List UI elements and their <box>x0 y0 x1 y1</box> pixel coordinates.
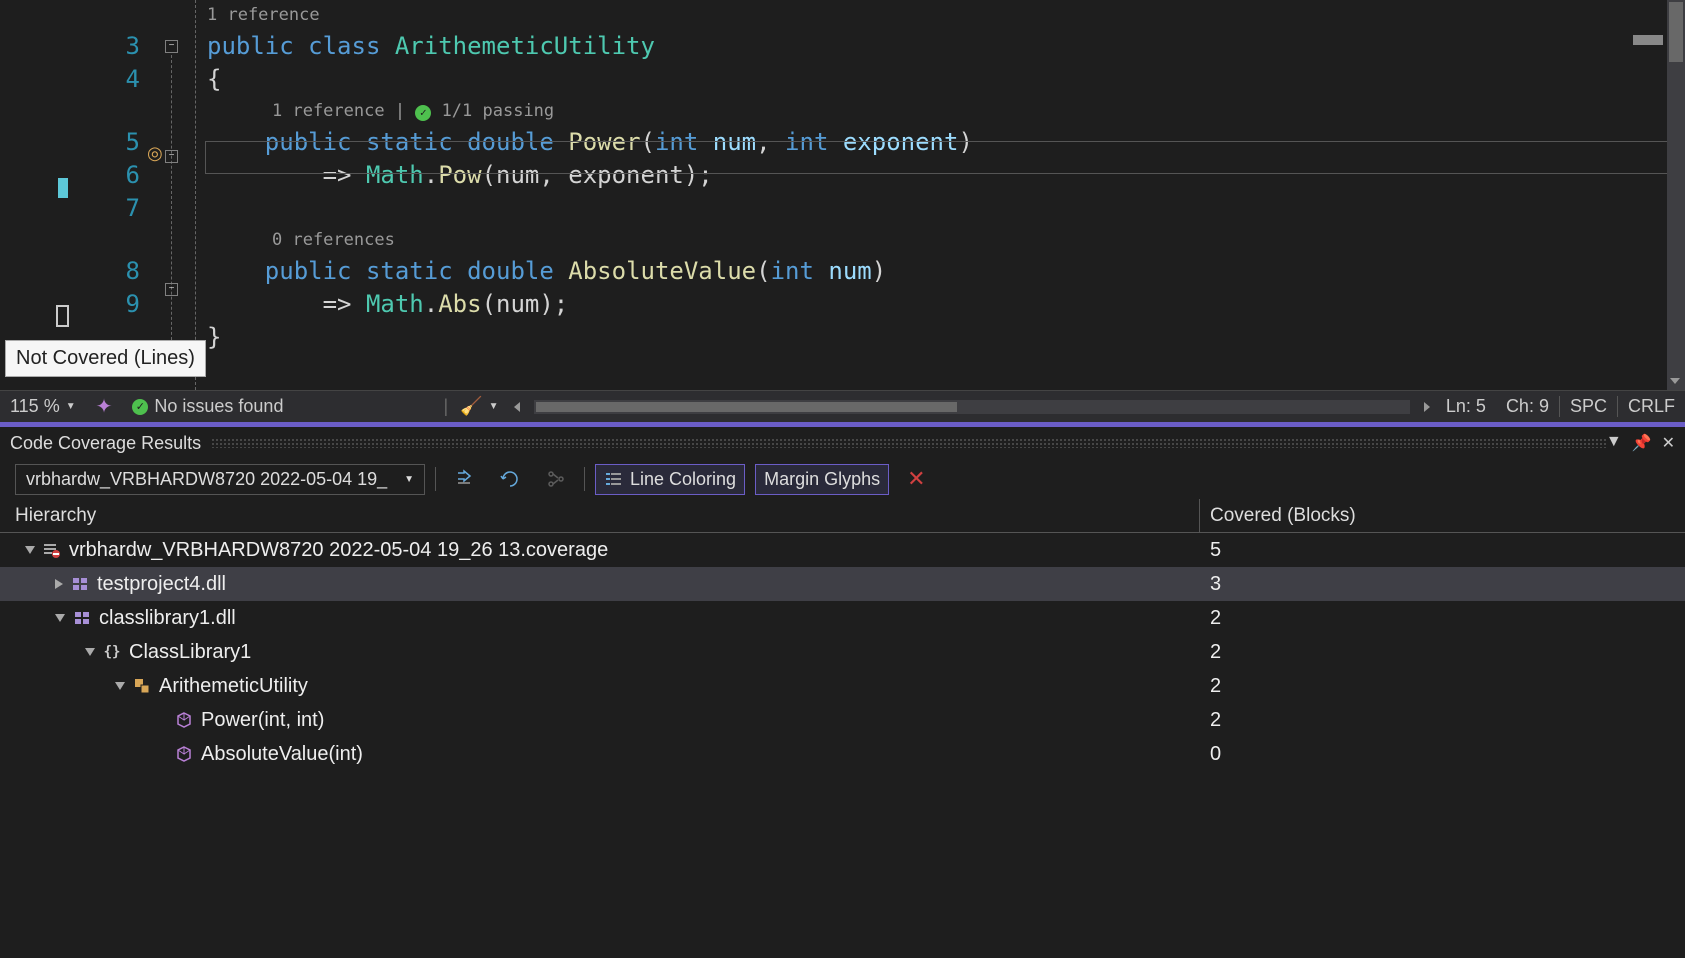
panel-header: Code Coverage Results ▼ 📌 ✕ <box>0 427 1685 459</box>
tree-row[interactable]: ArithemeticUtility 2 <box>0 669 1685 703</box>
scroll-right-icon[interactable] <box>1418 398 1436 416</box>
cursor-line[interactable]: Ln: 5 <box>1436 396 1496 417</box>
fold-toggle[interactable]: − <box>165 150 178 163</box>
tree-item-label: vrbhardw_VRBHARDW8720 2022-05-04 19_26 1… <box>69 539 608 562</box>
scroll-down-icon[interactable] <box>1670 378 1680 384</box>
minimap-marker <box>1633 35 1663 45</box>
scrollbar-thumb[interactable] <box>536 402 956 412</box>
code-line[interactable] <box>207 192 1685 225</box>
line-ending[interactable]: CRLF <box>1617 396 1685 417</box>
check-icon: ✓ <box>132 399 148 415</box>
codelens[interactable]: 0 references <box>207 225 1685 255</box>
module-icon <box>73 609 91 627</box>
panel-dropdown-icon[interactable]: ▼ <box>1606 433 1622 453</box>
method-icon <box>175 711 193 729</box>
codelens[interactable]: 1 reference | ✓ 1/1 passing <box>207 96 1685 126</box>
code-line[interactable]: public static double AbsoluteValue(int n… <box>207 255 1685 288</box>
cursor-char[interactable]: Ch: 9 <box>1496 396 1559 417</box>
merge-icon[interactable] <box>538 465 574 493</box>
code-line[interactable]: } <box>207 321 1685 354</box>
editor-margin <box>0 0 75 390</box>
coverage-run-dropdown[interactable]: vrbhardw_VRBHARDW8720 2022-05-04 19_ ▼ <box>15 464 425 495</box>
fold-toggle[interactable]: − <box>165 283 178 296</box>
module-icon <box>71 575 89 593</box>
cleanup-icon[interactable]: 🧹▼ <box>450 396 508 417</box>
zoom-dropdown[interactable]: 115 % ▼ <box>0 396 86 417</box>
tree-row[interactable]: {} ClassLibrary1 2 <box>0 635 1685 669</box>
code-editor[interactable]: 3 4 5 6 7 8 9 ◎ − − − 1 reference public… <box>0 0 1685 390</box>
covered-value: 2 <box>1200 675 1221 698</box>
coverage-file-icon <box>43 541 61 559</box>
line-number: 3 <box>75 30 140 63</box>
panel-title: Code Coverage Results <box>10 433 211 454</box>
expander-open-icon[interactable] <box>25 546 35 554</box>
scroll-left-icon[interactable] <box>508 398 526 416</box>
close-icon[interactable]: ✕ <box>1662 433 1675 453</box>
coverage-tree: vrbhardw_VRBHARDW8720 2022-05-04 19_26 1… <box>0 533 1685 771</box>
codelens[interactable]: 1 reference <box>207 0 1685 30</box>
margin-glyphs-button[interactable]: Margin Glyphs <box>755 464 889 495</box>
delete-icon[interactable]: ✕ <box>899 466 933 492</box>
line-number: 7 <box>75 192 140 225</box>
coverage-covered-glyph[interactable] <box>58 178 68 198</box>
coverage-not-covered-glyph[interactable] <box>56 305 69 327</box>
line-number: 5 <box>75 126 140 159</box>
tree-item-label: ArithemeticUtility <box>159 675 308 698</box>
column-covered[interactable]: Covered (Blocks) <box>1200 505 1685 527</box>
covered-value: 2 <box>1200 607 1221 630</box>
tree-row[interactable]: Power(int, int) 2 <box>0 703 1685 737</box>
code-line[interactable]: { <box>207 63 1685 96</box>
code-content[interactable]: 1 reference public class ArithemeticUtil… <box>207 0 1685 390</box>
issues-status[interactable]: ✓ No issues found <box>122 396 293 417</box>
expander-open-icon[interactable] <box>115 682 125 690</box>
pin-icon[interactable]: 📌 <box>1632 433 1652 453</box>
editor-status-bar: 115 % ▼ ✦ ✓ No issues found | 🧹▼ Ln: 5 C… <box>0 390 1685 422</box>
expander-open-icon[interactable] <box>85 648 95 656</box>
intellicode-icon[interactable]: ✦ <box>86 394 123 419</box>
code-line[interactable]: public class ArithemeticUtility <box>207 30 1685 63</box>
tree-row[interactable]: AbsoluteValue(int) 0 <box>0 737 1685 771</box>
line-number: 8 <box>75 255 140 288</box>
line-coloring-button[interactable]: Line Coloring <box>595 464 745 495</box>
export-icon[interactable] <box>446 465 482 493</box>
covered-value: 2 <box>1200 709 1221 732</box>
line-number: 6 <box>75 159 140 192</box>
expander-open-icon[interactable] <box>55 614 65 622</box>
expander-closed-icon[interactable] <box>55 579 63 589</box>
horizontal-scrollbar[interactable] <box>534 400 1409 414</box>
covered-value: 5 <box>1200 539 1221 562</box>
coverage-toolbar: vrbhardw_VRBHARDW8720 2022-05-04 19_ ▼ L… <box>0 459 1685 499</box>
tree-item-label: ClassLibrary1 <box>129 641 251 664</box>
covered-value: 3 <box>1200 573 1221 596</box>
vertical-scrollbar[interactable] <box>1667 0 1685 390</box>
test-indicator-icon[interactable]: ◎ <box>147 143 165 161</box>
scrollbar-thumb[interactable] <box>1669 2 1683 62</box>
method-icon <box>175 745 193 763</box>
indent-mode[interactable]: SPC <box>1559 396 1617 417</box>
panel-grip[interactable] <box>211 438 1606 448</box>
tree-item-label: AbsoluteValue(int) <box>201 743 363 766</box>
check-icon: ✓ <box>415 105 431 121</box>
covered-value: 0 <box>1200 743 1221 766</box>
tree-row[interactable]: vrbhardw_VRBHARDW8720 2022-05-04 19_26 1… <box>0 533 1685 567</box>
tree-item-label: Power(int, int) <box>201 709 324 732</box>
tree-item-label: testproject4.dll <box>97 573 226 596</box>
tree-item-label: classlibrary1.dll <box>99 607 236 630</box>
class-icon <box>133 677 151 695</box>
line-number: 9 <box>75 288 140 321</box>
namespace-icon: {} <box>103 643 121 661</box>
tree-header: Hierarchy Covered (Blocks) <box>0 499 1685 533</box>
line-number: 4 <box>75 63 140 96</box>
column-hierarchy[interactable]: Hierarchy <box>0 499 1200 532</box>
tree-row[interactable]: testproject4.dll 3 <box>0 567 1685 601</box>
line-number-gutter: 3 4 5 6 7 8 9 <box>75 0 155 390</box>
coverage-tooltip: Not Covered (Lines) <box>5 340 206 377</box>
covered-value: 2 <box>1200 641 1221 664</box>
code-line[interactable]: => Math.Abs(num); <box>207 288 1685 321</box>
tree-row[interactable]: classlibrary1.dll 2 <box>0 601 1685 635</box>
current-line-highlight <box>205 141 1675 174</box>
fold-gutter: − − − <box>165 0 195 390</box>
fold-toggle[interactable]: − <box>165 40 178 53</box>
import-icon[interactable] <box>492 465 528 493</box>
